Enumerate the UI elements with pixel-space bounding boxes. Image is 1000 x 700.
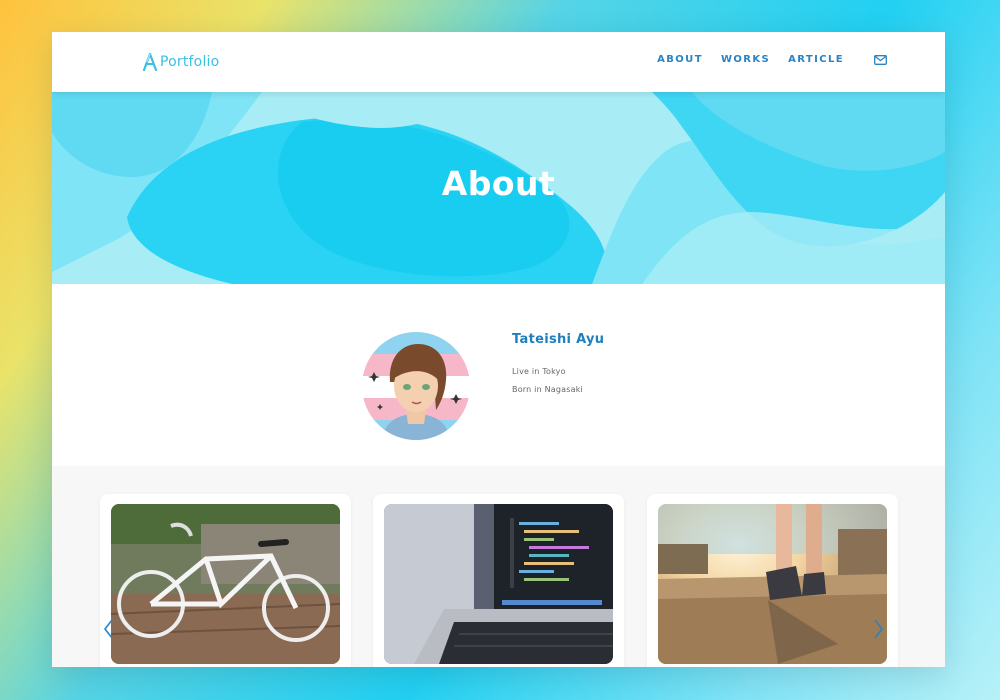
profile-name: Tateishi Ayu <box>512 332 605 347</box>
nav-about[interactable]: ABOUT <box>657 54 703 65</box>
site-header: Portfolio ABOUT WORKS ARTICLE <box>52 32 945 92</box>
hero-banner: About <box>52 92 945 284</box>
walking-feet-photo <box>658 504 887 664</box>
road-bicycle-photo <box>111 504 340 664</box>
avatar <box>362 332 470 440</box>
logo[interactable]: Portfolio <box>142 50 219 74</box>
nav-works[interactable]: WORKS <box>721 54 770 65</box>
profile-section: Tateishi Ayu Live in Tokyo Born in Nagas… <box>52 284 945 466</box>
page-title: About <box>441 164 556 203</box>
logo-text: Portfolio <box>160 54 220 70</box>
avatar-illustration <box>362 332 470 440</box>
chevron-left-icon[interactable] <box>102 618 114 640</box>
laptop-code-photo <box>384 504 613 664</box>
browser-window: Portfolio ABOUT WORKS ARTICLE About Tate… <box>52 32 945 667</box>
photo-carousel <box>52 466 945 667</box>
carousel-card[interactable] <box>100 494 351 667</box>
logo-icon <box>142 53 158 71</box>
carousel-card[interactable] <box>373 494 624 667</box>
nav-article[interactable]: ARTICLE <box>788 54 844 65</box>
chevron-right-icon[interactable] <box>873 618 885 640</box>
mail-icon[interactable] <box>874 54 887 65</box>
main-nav: ABOUT WORKS ARTICLE <box>657 54 887 65</box>
profile-location: Live in Tokyo <box>512 367 566 376</box>
profile-birthplace: Born in Nagasaki <box>512 385 583 394</box>
carousel-card[interactable] <box>647 494 898 667</box>
